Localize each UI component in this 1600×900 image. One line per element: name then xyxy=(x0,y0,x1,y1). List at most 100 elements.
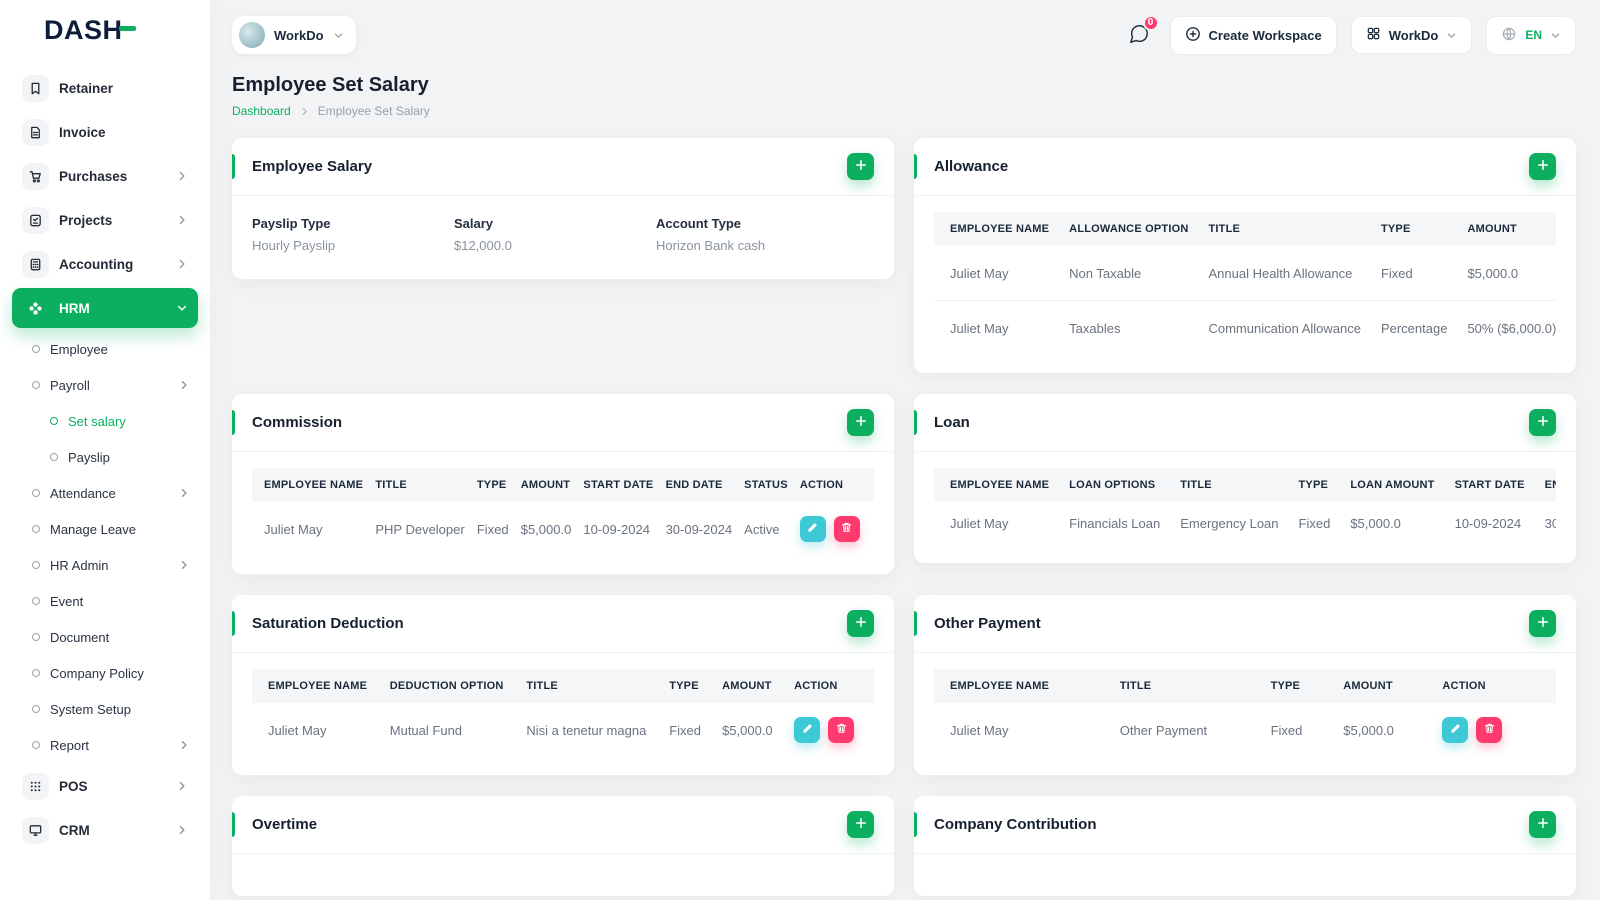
sidebar-item-document[interactable]: Document xyxy=(24,620,198,654)
column-header: ALLOWANCE OPTION xyxy=(1059,212,1199,246)
bullet-icon xyxy=(32,489,40,497)
sidebar-item-hrm[interactable]: HRM xyxy=(12,288,198,328)
sidebar-item-manage-leave[interactable]: Manage Leave xyxy=(24,512,198,546)
salary-summary: Payslip Type Hourly Payslip Salary $12,00… xyxy=(252,212,874,261)
add-commission-button[interactable] xyxy=(847,409,874,436)
sidebar-item-employee[interactable]: Employee xyxy=(24,332,198,366)
sidebar-item-system-setup[interactable]: System Setup xyxy=(24,692,198,726)
sidebar-item-invoice[interactable]: Invoice xyxy=(12,112,198,152)
allowance-table-wrap: EMPLOYEE NAME ALLOWANCE OPTION TITLE TYPE AM… xyxy=(934,212,1556,355)
sidebar-item-hr-admin[interactable]: HR Admin xyxy=(24,548,198,582)
edit-button[interactable] xyxy=(1442,717,1469,743)
sidebar-item-label: Retainer xyxy=(59,80,114,96)
salary-field-salary: Salary $12,000.0 xyxy=(454,216,656,253)
add-overtime-button[interactable] xyxy=(847,811,874,838)
column-header: LOAN OPTIONS xyxy=(1059,468,1171,502)
field-label: Account Type xyxy=(656,216,741,231)
column-header: EMPLOYEE NAME xyxy=(934,468,1060,502)
overtime-card: Overtime xyxy=(232,796,894,896)
field-value: Hourly Payslip xyxy=(252,238,336,253)
sidebar-item-payroll[interactable]: Payroll xyxy=(24,368,198,402)
sidebar-item-accounting[interactable]: Accounting xyxy=(12,244,198,284)
app-logo[interactable]: DASH xyxy=(0,0,210,60)
workspace-switcher[interactable]: WorkDo xyxy=(232,16,356,54)
column-header: TITLE xyxy=(369,468,471,502)
create-workspace-button[interactable]: Create Workspace xyxy=(1169,15,1337,55)
table-cell: PHP Developer xyxy=(375,521,465,537)
plus-icon xyxy=(854,158,868,175)
messages-badge: 0 xyxy=(1142,14,1159,31)
table-cell: $5,000.0 xyxy=(520,521,572,537)
breadcrumb-dashboard-link[interactable]: Dashboard xyxy=(232,104,291,118)
table-cell: Juliet May xyxy=(950,722,1009,738)
sidebar-item-pos[interactable]: POS xyxy=(12,766,198,806)
edit-button[interactable] xyxy=(799,516,826,542)
sidebar-item-payslip[interactable]: Payslip xyxy=(42,440,198,474)
sidebar-item-label: System Setup xyxy=(50,701,131,717)
chevron-right-icon xyxy=(176,780,188,792)
table-cell: Juliet May xyxy=(950,265,1009,281)
table-cell: Financials Loan xyxy=(1069,516,1161,531)
delete-button[interactable] xyxy=(828,717,855,743)
column-header: ACTION xyxy=(793,468,874,502)
sidebar-item-purchases[interactable]: Purchases xyxy=(12,156,198,196)
add-employee-salary-button[interactable] xyxy=(847,153,874,180)
chevron-down-icon xyxy=(1550,30,1561,41)
chevron-right-icon xyxy=(176,824,188,836)
workdo-menu-button[interactable]: WorkDo xyxy=(1350,16,1473,54)
trash-icon xyxy=(835,722,848,738)
sidebar-item-set-salary[interactable]: Set salary xyxy=(42,404,198,438)
table-cell: $5,000.0 xyxy=(1343,722,1394,738)
card-title: Loan xyxy=(934,414,970,431)
add-saturation-deduction-button[interactable] xyxy=(847,610,874,637)
table-cell: Fixed xyxy=(1298,516,1331,531)
table-cell: Fixed xyxy=(476,521,509,537)
table-cell: Fixed xyxy=(1380,265,1413,281)
table-cell: $5,000.0 xyxy=(1350,516,1401,531)
table-cell: Juliet May xyxy=(264,521,323,537)
add-allowance-button[interactable] xyxy=(1529,153,1556,180)
sidebar-item-retainer[interactable]: Retainer xyxy=(12,68,198,108)
messages-button[interactable]: 0 xyxy=(1122,14,1159,52)
column-header: STATUS xyxy=(738,468,794,502)
commission-table: EMPLOYEE NAME TITLE TYPE AMOUNT START DATE EN… xyxy=(252,468,874,556)
workspace-name: WorkDo xyxy=(274,27,324,43)
table-cell: Mutual Fund xyxy=(389,722,463,738)
add-other-payment-button[interactable] xyxy=(1529,610,1556,637)
sidebar-item-projects[interactable]: Projects xyxy=(12,200,198,240)
field-label: Salary xyxy=(454,216,494,231)
column-header: TYPE xyxy=(1370,212,1458,246)
sidebar-item-crm[interactable]: CRM xyxy=(12,810,198,850)
column-header: TITLE xyxy=(1170,468,1289,502)
bullet-icon xyxy=(50,417,58,425)
add-loan-button[interactable] xyxy=(1529,409,1556,436)
table-cell: Active xyxy=(744,521,780,537)
card-title: Allowance xyxy=(934,158,1009,175)
saturation-deduction-table-wrap: EMPLOYEE NAME DEDUCTION OPTION TITLE TYPE AM… xyxy=(252,669,874,757)
plus-icon xyxy=(1536,158,1550,175)
sidebar-item-company-policy[interactable]: Company Policy xyxy=(24,656,198,690)
other-payment-card: Other Payment EMPLOYEE NAME TITLE TYPE AMOU… xyxy=(914,595,1576,775)
loan-card: Loan EMPLOYEE NAME LOAN OPTIONS TITLE TYPE L… xyxy=(914,394,1576,563)
breadcrumb: Dashboard Employee Set Salary xyxy=(232,104,1576,118)
edit-button[interactable] xyxy=(794,717,821,743)
commission-card: Commission EMPLOYEE NAME TITLE TYPE AMOUNT S… xyxy=(232,394,894,574)
sidebar-item-report[interactable]: Report xyxy=(24,728,198,762)
add-company-contribution-button[interactable] xyxy=(1529,811,1556,838)
delete-button[interactable] xyxy=(833,516,860,542)
bullet-icon xyxy=(32,741,40,749)
bullet-icon xyxy=(32,669,40,677)
retainer-icon xyxy=(22,74,49,102)
language-selector[interactable]: EN xyxy=(1486,15,1576,55)
sidebar-item-attendance[interactable]: Attendance xyxy=(24,476,198,510)
column-header: END DATE xyxy=(659,468,739,502)
table-row: Juliet May Mutual Fund Nisi a tenetur magn… xyxy=(252,703,874,757)
plus-icon xyxy=(1536,615,1550,632)
table-cell: Juliet May xyxy=(268,722,327,738)
cards-grid: Employee Salary Payslip Type Hourly Pays… xyxy=(232,138,1576,896)
delete-button[interactable] xyxy=(1476,717,1503,743)
sidebar-item-event[interactable]: Event xyxy=(24,584,198,618)
chevron-right-icon xyxy=(178,559,190,571)
sidebar-item-label: HR Admin xyxy=(50,557,109,573)
column-header: TYPE xyxy=(470,468,515,502)
